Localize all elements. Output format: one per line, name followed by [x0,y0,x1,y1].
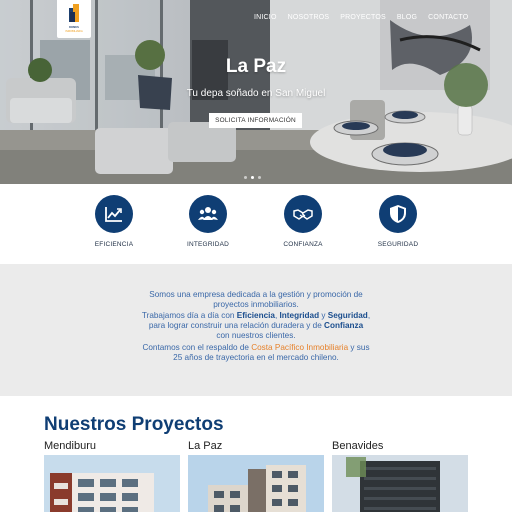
about-paragraph-1: Somos una empresa dedicada a la gestión … [120,290,392,341]
project-card-la-paz[interactable]: La Paz [188,440,324,512]
slider-dot[interactable] [244,176,247,179]
value-icon-circle [284,195,322,233]
site-logo[interactable]: DOMUS INMOBILIARIA [57,0,91,38]
chart-growth-icon [105,207,122,222]
project-name[interactable]: La Paz [188,440,324,454]
projects-title: Nuestros Proyectos [44,414,224,435]
slider-dot[interactable] [258,176,261,179]
about-text: 25 años de trayectoria en el mercado chi… [173,353,339,363]
about-text: Contamos con el respaldo de [142,343,252,352]
value-highlight: Eficiencia [236,310,275,320]
project-card-mendiburu[interactable]: Mendiburu [44,440,180,512]
logo-text-line1: DOMUS [69,26,79,29]
value-seguridad: SEGURIDAD [358,195,438,248]
value-label: INTEGRIDAD [186,241,230,248]
about-text: , [367,310,371,320]
about-text: Somos una empresa dedicada a la gestión … [149,290,363,299]
value-highlight: Integridad [279,310,320,320]
nav-item-blog[interactable]: BLOG [397,14,417,21]
nav-item-inicio[interactable]: INICIO [254,14,277,21]
project-name[interactable]: Mendiburu [44,440,180,454]
project-image[interactable] [188,455,324,512]
projects-section: Nuestros Proyectos Mendiburu La Paz Bena… [0,396,512,512]
value-label: CONFIANZA [283,241,323,248]
value-label: SEGURIDAD [377,241,419,248]
about-text: y [319,310,328,320]
value-integridad: INTEGRIDAD [168,195,248,248]
nav-item-nosotros[interactable]: NOSOTROS [288,14,330,21]
hero-title: La Paz [225,56,287,77]
value-icon-circle [379,195,417,233]
shield-icon [390,205,406,223]
value-icon-circle [95,195,133,233]
about-text: proyectos inmobiliarios. [213,300,299,310]
about-text: y sus [348,343,370,352]
handshake-icon [293,209,313,220]
hero-slider: DOMUS INMOBILIARIA INICIO NOSOTROS PROYE… [0,0,512,184]
partner-link[interactable]: Costa Pacífico Inmobiliaria [251,343,348,352]
slider-dots [244,176,261,179]
value-eficiencia: EFICIENCIA [74,195,154,248]
hero-subtitle: Tu depa soñado en San Miguel [186,88,326,99]
value-highlight: Confianza [324,320,364,330]
about-text: Trabajamos día a día con [141,310,237,320]
request-info-button[interactable]: SOLICITA INFORMACIÓN [209,113,302,128]
project-image[interactable] [44,455,180,512]
project-card-benavides[interactable]: Benavides [332,440,468,512]
nav-item-contacto[interactable]: CONTACTO [428,14,468,21]
nav-item-proyectos[interactable]: PROYECTOS [340,14,386,21]
about-text: con nuestros clientes. [216,331,296,341]
slider-dot-active[interactable] [251,176,254,179]
project-image[interactable] [332,455,468,512]
about-text: para lograr construir una relación durad… [148,320,325,330]
project-name[interactable]: Benavides [332,440,468,454]
about-paragraph-2: Contamos con el respaldo de Costa Pacífi… [120,343,392,364]
value-confianza: CONFIANZA [263,195,343,248]
logo-text-line2: INMOBILIARIA [65,30,83,33]
about-section: Somos una empresa dedicada a la gestión … [0,264,512,396]
page: DOMUS INMOBILIARIA INICIO NOSOTROS PROYE… [0,0,512,512]
main-nav: INICIO NOSOTROS PROYECTOS BLOG CONTACTO [254,14,479,21]
value-highlight: Seguridad [327,310,368,320]
value-icon-circle [189,195,227,233]
value-label: EFICIENCIA [94,241,134,248]
logo-mark-navy [70,12,75,22]
values-section: EFICIENCIA INTEGRIDAD CONFIANZA SEGURIDA… [0,184,512,264]
team-icon [198,207,218,220]
